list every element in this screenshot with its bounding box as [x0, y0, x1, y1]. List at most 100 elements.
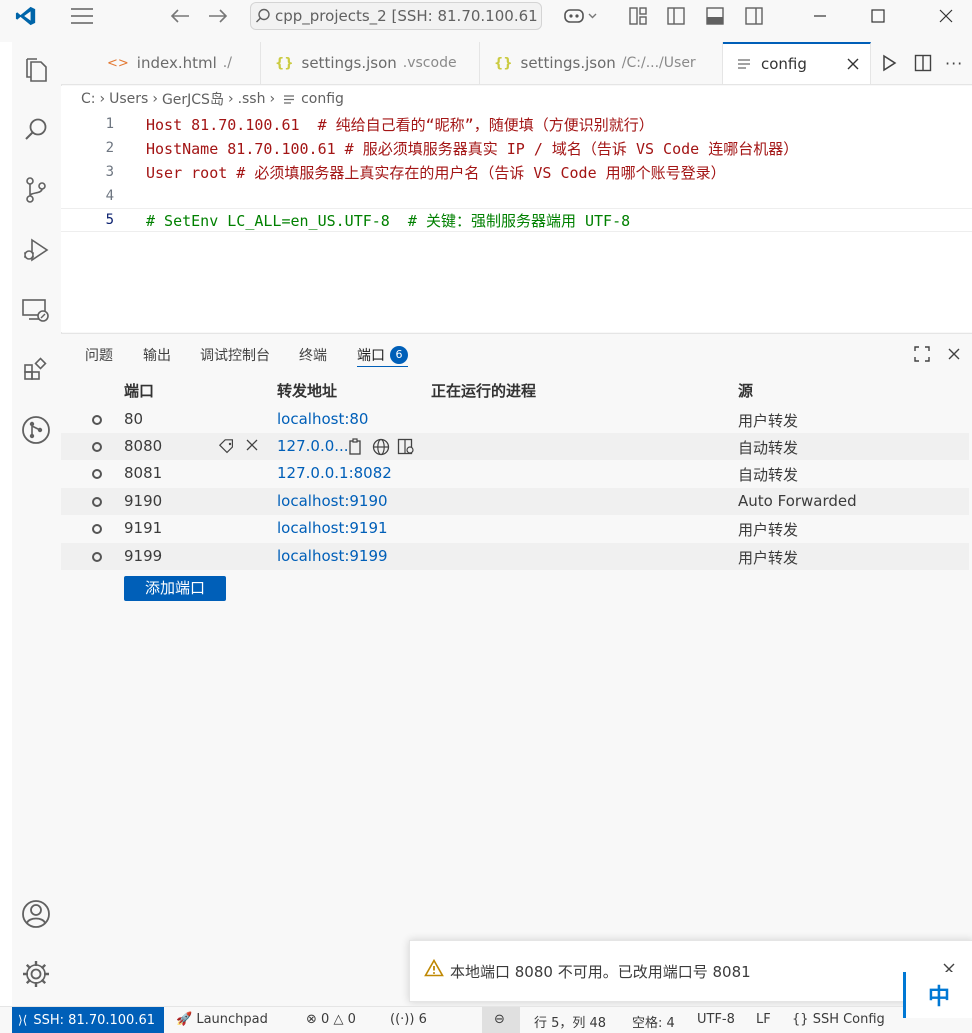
table-row[interactable]: 9191 localhost:9191 用户转发: [61, 515, 969, 542]
git-graph-icon[interactable]: [12, 406, 60, 454]
breadcrumb-config[interactable]: config: [301, 91, 344, 107]
split-editor-icon[interactable]: [914, 54, 932, 72]
zoom-item[interactable]: ⊖: [482, 1007, 520, 1033]
bottom-panel: 问题 输出 调试控制台 终端 端口 6 端口 转发地址 正在运行的进程 源 80 …: [61, 333, 972, 1019]
tab-output[interactable]: 输出: [143, 344, 171, 366]
language-mode-item[interactable]: {} SSH Config: [792, 1012, 885, 1027]
config-file-icon: [737, 58, 751, 70]
vscode-logo-icon: [12, 4, 40, 28]
forwarded-address-link[interactable]: 127.0.0.1:8082: [277, 464, 392, 482]
command-center-search[interactable]: cpp_projects_2 [SSH: 81.70.100.61: [250, 2, 542, 30]
copilot-icon[interactable]: [560, 4, 602, 28]
launchpad-item[interactable]: 🚀 Launchpad: [176, 1012, 268, 1027]
customize-layout-icon[interactable]: [626, 4, 650, 28]
tab-config[interactable]: config: [723, 42, 871, 84]
more-actions-icon[interactable]: ···: [945, 54, 963, 73]
search-icon: [255, 8, 271, 24]
code-line: 4: [105, 188, 114, 204]
table-row[interactable]: 9190 localhost:9190 Auto Forwarded: [61, 488, 969, 515]
chevron-right-icon: ›: [269, 91, 276, 107]
explorer-icon[interactable]: [12, 46, 60, 94]
problems-item[interactable]: ⊗ 0 △ 0: [306, 1012, 356, 1027]
manage-gear-icon[interactable]: [12, 950, 60, 998]
cursor-position-item[interactable]: 行 5，列 48: [534, 1012, 606, 1031]
preview-in-editor-icon[interactable]: [397, 438, 415, 456]
table-row[interactable]: 8080 127.0.0... 自动转发: [61, 433, 969, 460]
column-header-process[interactable]: 正在运行的进程: [431, 380, 536, 401]
search-view-icon[interactable]: [12, 106, 60, 154]
minimize-icon[interactable]: [808, 4, 832, 28]
ports-count-badge: 6: [390, 346, 408, 364]
extensions-icon[interactable]: [12, 346, 60, 394]
tab-terminal[interactable]: 终端: [299, 344, 327, 366]
rocket-icon: 🚀: [176, 1012, 193, 1027]
editor-tabs: <> index.html ./ {} settings.json .vscode …: [61, 42, 972, 85]
eol-item[interactable]: LF: [756, 1012, 771, 1027]
json-file-icon: {}: [494, 55, 513, 71]
table-row[interactable]: 8081 127.0.0.1:8082 自动转发: [61, 460, 969, 487]
remote-icon: ⟩⟨: [18, 1013, 28, 1027]
code-line-current: 5 # SetEnv LC_ALL=en_US.UTF-8 # 关键：强制服务器…: [61, 208, 972, 232]
breadcrumb-user[interactable]: GerJCS岛: [162, 89, 224, 109]
braces-icon: {}: [792, 1012, 809, 1027]
json-file-icon: {}: [275, 55, 294, 71]
breadcrumb-users[interactable]: Users: [109, 91, 148, 107]
column-header-port[interactable]: 端口: [124, 380, 154, 401]
tab-settings-json-vscode[interactable]: {} settings.json .vscode: [261, 42, 480, 84]
code-editor[interactable]: 1 Host 81.70.100.61 # 纯给自己看的“昵称”，随便填（方便识…: [61, 112, 972, 332]
forwarded-address-link[interactable]: localhost:9191: [277, 519, 388, 537]
code-line: 2 HostName 81.70.100.61 # 服必须填服务器真实 IP /…: [105, 139, 799, 158]
toggle-primary-sidebar-icon[interactable]: [664, 4, 688, 28]
close-panel-icon[interactable]: [947, 347, 961, 361]
breadcrumb-drive[interactable]: C:: [81, 91, 96, 107]
close-tab-icon[interactable]: [846, 57, 860, 71]
tab-settings-json-user[interactable]: {} settings.json/C:/.../User: [480, 42, 723, 84]
chevron-right-icon: ›: [152, 91, 158, 107]
stop-forwarding-icon[interactable]: [246, 439, 258, 451]
forwarded-address-link[interactable]: localhost:9199: [277, 547, 388, 565]
forwarded-address-link[interactable]: 127.0.0...: [277, 437, 349, 455]
notification-message: 本地端口 8080 不可用。已改用端口号 8081: [450, 963, 751, 981]
run-debug-icon[interactable]: [12, 226, 60, 274]
breadcrumb: C: › Users › GerJCS岛 › .ssh › config: [61, 86, 972, 112]
encoding-item[interactable]: UTF-8: [697, 1012, 735, 1027]
port-status-icon: [92, 469, 102, 479]
toggle-secondary-sidebar-icon[interactable]: [742, 4, 766, 28]
html-file-icon: <>: [107, 55, 129, 71]
search-text: cpp_projects_2 [SSH: 81.70.100.61: [275, 7, 538, 25]
open-in-browser-icon[interactable]: [372, 438, 390, 456]
close-window-icon[interactable]: [934, 4, 958, 28]
back-icon[interactable]: [168, 4, 192, 28]
chevron-right-icon: ›: [99, 91, 106, 107]
accounts-icon[interactable]: [12, 890, 60, 938]
port-status-icon: [92, 442, 102, 452]
source-control-icon[interactable]: [12, 166, 60, 214]
warning-icon: [424, 959, 444, 977]
column-header-address[interactable]: 转发地址: [277, 380, 337, 401]
table-row[interactable]: 9199 localhost:9199 用户转发: [61, 543, 969, 570]
column-header-origin[interactable]: 源: [738, 380, 753, 401]
tab-ports[interactable]: 端口 6: [357, 344, 408, 367]
indentation-item[interactable]: 空格: 4: [632, 1012, 675, 1031]
forwarded-address-link[interactable]: localhost:9190: [277, 492, 388, 510]
port-status-icon: [92, 552, 102, 562]
maximize-panel-icon[interactable]: [914, 346, 930, 362]
remote-indicator[interactable]: ⟩⟨ SSH: 81.70.100.61: [12, 1007, 164, 1033]
run-icon[interactable]: [881, 54, 897, 72]
menu-icon[interactable]: [68, 4, 96, 28]
breadcrumb-ssh[interactable]: .ssh: [238, 91, 266, 107]
ime-indicator[interactable]: 中: [903, 972, 972, 1018]
forward-icon[interactable]: [206, 4, 230, 28]
forwarded-address-link[interactable]: localhost:80: [277, 410, 368, 428]
toggle-panel-icon[interactable]: [703, 4, 727, 28]
set-port-label-icon[interactable]: [218, 438, 236, 454]
copy-address-icon[interactable]: [347, 438, 363, 456]
table-row[interactable]: 80 localhost:80 用户转发: [61, 406, 969, 433]
tab-debug-console[interactable]: 调试控制台: [200, 344, 270, 366]
add-port-button[interactable]: 添加端口: [124, 576, 226, 601]
remote-explorer-icon[interactable]: [12, 286, 60, 334]
tab-problems[interactable]: 问题: [85, 344, 113, 366]
forwarded-ports-item[interactable]: ((·)) 6: [390, 1012, 427, 1027]
tab-index-html[interactable]: <> index.html ./: [93, 42, 261, 84]
maximize-icon[interactable]: [866, 4, 890, 28]
